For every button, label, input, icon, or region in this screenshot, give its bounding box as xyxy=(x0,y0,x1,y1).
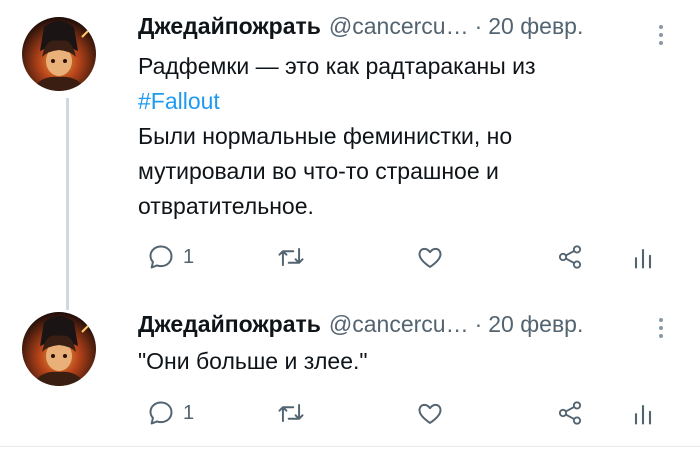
reply-count: 1 xyxy=(183,245,195,268)
more-dot-icon xyxy=(659,326,663,330)
author-name[interactable]: Джедайпожрать xyxy=(138,13,321,40)
more-dot-icon xyxy=(659,41,663,45)
tweet-header: Джедайпожрать @cancercu… · 20 февр. xyxy=(138,13,583,43)
reply-button[interactable]: 1 xyxy=(147,241,194,273)
reply-icon xyxy=(149,401,173,425)
avatar[interactable] xyxy=(22,312,96,386)
retweet-icon xyxy=(278,247,304,267)
tweet-header: Джедайпожрать @cancercu… · 20 февр. xyxy=(138,311,583,341)
reply-count: 1 xyxy=(183,401,195,424)
more-dot-icon xyxy=(659,25,663,29)
avatar[interactable] xyxy=(22,17,96,91)
author-handle[interactable]: @cancercu… xyxy=(329,311,469,338)
share-button[interactable] xyxy=(556,397,584,429)
retweet-button[interactable] xyxy=(276,397,306,429)
tweet-actions: 1 xyxy=(0,241,700,273)
more-options-button[interactable] xyxy=(655,25,667,49)
retweet-icon xyxy=(278,403,304,423)
like-icon xyxy=(418,403,442,424)
reply-button[interactable]: 1 xyxy=(147,397,194,429)
share-icon xyxy=(558,245,582,269)
like-button[interactable] xyxy=(415,241,445,273)
tweet[interactable]: Джедайпожрать @cancercu… · 20 февр. "Они… xyxy=(0,300,700,446)
analytics-icon xyxy=(634,248,652,269)
share-button[interactable] xyxy=(556,241,584,273)
retweet-button[interactable] xyxy=(276,241,306,273)
like-button[interactable] xyxy=(415,397,445,429)
more-options-button[interactable] xyxy=(655,318,667,342)
tweet-text: "Они больше и злее." xyxy=(138,344,678,379)
more-dot-icon xyxy=(659,33,663,37)
author-name[interactable]: Джедайпожрать xyxy=(138,311,321,338)
divider xyxy=(0,446,700,447)
analytics-button[interactable] xyxy=(632,397,654,429)
author-handle[interactable]: @cancercu… xyxy=(329,13,469,40)
tweet-text-paragraph: "Они больше и злее." xyxy=(138,348,368,374)
tweet-text: Радфемки — это как радтараканы из #Fallo… xyxy=(138,49,678,224)
analytics-icon xyxy=(634,404,652,425)
tweet-date[interactable]: 20 февр. xyxy=(488,13,583,40)
tweet[interactable]: Джедайпожрать @cancercu… · 20 февр. Радф… xyxy=(0,0,700,300)
share-icon xyxy=(558,401,582,425)
tweet-text-line: Радфемки — это как радтараканы из xyxy=(138,53,536,79)
tweet-text-paragraph: Были нормальные феминистки, но мутировал… xyxy=(138,123,513,219)
hashtag-link[interactable]: #Fallout xyxy=(138,88,220,114)
tweet-actions: 1 xyxy=(0,397,700,429)
more-dot-icon xyxy=(659,334,663,338)
header-separator: · xyxy=(474,311,483,337)
reply-icon xyxy=(149,245,173,269)
like-icon xyxy=(418,247,442,268)
header-separator: · xyxy=(474,13,483,39)
analytics-button[interactable] xyxy=(632,241,654,273)
tweet-date[interactable]: 20 февр. xyxy=(488,311,583,338)
more-dot-icon xyxy=(659,318,663,322)
